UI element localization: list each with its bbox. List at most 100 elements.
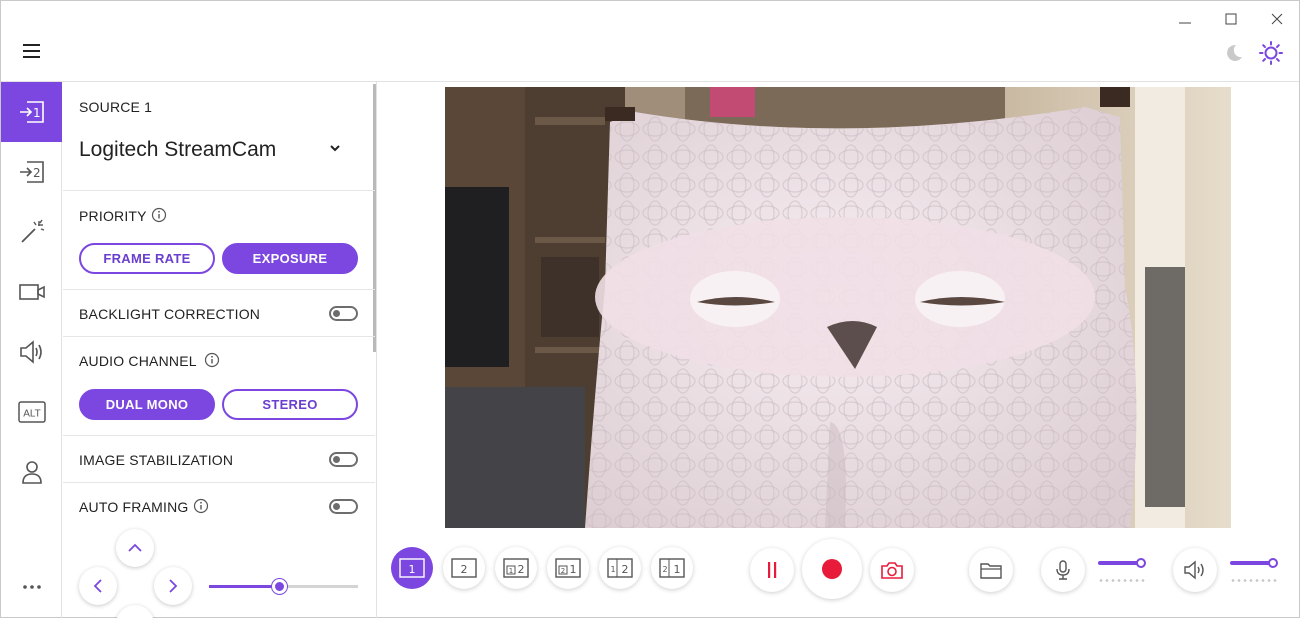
auto-framing-toggle[interactable] [329, 499, 358, 514]
layout-pip-1-2-button[interactable]: 1 2 [495, 547, 537, 589]
svg-text:1: 1 [509, 567, 513, 575]
speaker-button[interactable] [1173, 548, 1217, 592]
svg-text:2: 2 [518, 563, 525, 576]
layout-pip-2-1-button[interactable]: 2 1 [547, 547, 589, 589]
image-stabilization-section: IMAGE STABILIZATION [63, 436, 375, 483]
backlight-label: BACKLIGHT CORRECTION [79, 306, 261, 322]
close-button[interactable] [1269, 11, 1289, 27]
folder-icon [980, 563, 1002, 579]
rail-item-source-2[interactable]: 2 [1, 142, 62, 202]
info-icon[interactable] [151, 207, 167, 223]
exposure-button[interactable]: EXPOSURE [222, 243, 358, 274]
dual-mono-button[interactable]: DUAL MONO [79, 389, 215, 420]
svg-text:1: 1 [674, 563, 681, 576]
backlight-section: BACKLIGHT CORRECTION [63, 290, 375, 337]
source-section: SOURCE 1 Logitech StreamCam [63, 82, 375, 191]
svg-text:2: 2 [561, 567, 565, 575]
svg-text:ALT: ALT [23, 409, 41, 420]
svg-text:1: 1 [33, 106, 41, 120]
layout-source-2-icon: 2 [451, 558, 477, 578]
camera-preview [445, 87, 1231, 528]
speaker-level-meter [1230, 579, 1278, 582]
rail-item-account[interactable] [1, 442, 62, 502]
svg-text:2: 2 [461, 563, 468, 576]
priority-label: PRIORITY [79, 208, 147, 224]
pan-right-button[interactable] [154, 567, 192, 605]
frame-rate-button[interactable]: FRAME RATE [79, 243, 215, 274]
pause-button[interactable] [750, 548, 794, 592]
zoom-slider-knob[interactable] [272, 579, 288, 594]
svg-text:2: 2 [33, 166, 41, 180]
svg-text:1: 1 [409, 563, 416, 576]
minimize-icon [1179, 22, 1191, 24]
chevron-left-icon [93, 579, 102, 593]
camera-preview-image [445, 87, 1231, 528]
source-label: SOURCE 1 [79, 99, 153, 115]
minimize-button[interactable] [1177, 11, 1197, 27]
layout-side-2-1-icon: 2 1 [659, 558, 685, 578]
rail-item-source-1[interactable]: 1 [1, 82, 62, 142]
layout-source-1-icon: 1 [399, 558, 425, 578]
alt-icon: ALT [17, 401, 46, 423]
layout-source-1-button[interactable]: 1 [391, 547, 433, 589]
pause-icon [768, 562, 777, 578]
source-1-icon: 1 [19, 101, 44, 123]
nav-rail: 1 2 ALT [1, 82, 62, 618]
speaker-volume-slider[interactable] [1230, 558, 1278, 568]
maximize-button[interactable] [1223, 11, 1243, 27]
record-icon [822, 559, 842, 579]
sun-icon[interactable] [1259, 41, 1283, 65]
info-icon[interactable] [193, 498, 209, 514]
title-bar [1, 1, 1299, 82]
zoom-slider[interactable] [209, 579, 358, 594]
maximize-icon [1225, 13, 1237, 25]
chevron-up-icon [128, 543, 142, 552]
layout-side-1-2-button[interactable]: 1 2 [599, 547, 641, 589]
more-dots-icon [22, 585, 41, 589]
image-stabilization-label: IMAGE STABILIZATION [79, 452, 234, 468]
open-folder-button[interactable] [969, 548, 1013, 592]
audio-channel-label: AUDIO CHANNEL [79, 353, 197, 369]
source-2-icon: 2 [19, 161, 44, 183]
backlight-toggle[interactable] [329, 306, 358, 321]
snapshot-camera-icon [881, 562, 903, 579]
close-icon [1271, 13, 1283, 25]
microphone-button[interactable] [1041, 548, 1085, 592]
layout-source-2-button[interactable]: 2 [443, 547, 485, 589]
svg-text:1: 1 [570, 563, 577, 576]
mic-level-meter [1098, 579, 1146, 582]
moon-icon[interactable] [1224, 43, 1244, 63]
rail-item-alt[interactable]: ALT [1, 382, 62, 442]
source-dropdown[interactable]: Logitech StreamCam [79, 138, 276, 162]
chevron-down-icon[interactable] [329, 142, 341, 154]
rail-item-audio[interactable] [1, 322, 62, 382]
priority-section: PRIORITY FRAME RATE EXPOSURE [63, 191, 375, 290]
speaker-icon [19, 340, 42, 364]
microphone-icon [1056, 560, 1070, 580]
rail-item-effects[interactable] [1, 202, 62, 262]
rail-item-more[interactable] [1, 557, 62, 617]
pan-left-button[interactable] [79, 567, 117, 605]
svg-text:2: 2 [622, 563, 629, 576]
rail-item-camera[interactable] [1, 262, 62, 322]
zoom-slider-fill [209, 585, 280, 588]
mic-volume-slider[interactable] [1098, 558, 1146, 568]
auto-framing-label: AUTO FRAMING [79, 499, 189, 515]
layout-pip-2-1-icon: 2 1 [555, 558, 581, 578]
hamburger-menu-icon[interactable] [23, 44, 40, 58]
svg-text:1: 1 [610, 565, 615, 574]
mic-volume-knob[interactable] [1135, 558, 1146, 568]
stereo-button[interactable]: STEREO [222, 389, 358, 420]
snapshot-button[interactable] [870, 548, 914, 592]
record-button[interactable] [802, 539, 862, 599]
image-stabilization-toggle[interactable] [329, 452, 358, 467]
speaker-volume-knob[interactable] [1267, 558, 1278, 568]
pan-up-button[interactable] [116, 529, 154, 567]
layout-pip-1-2-icon: 1 2 [503, 558, 529, 578]
camera-icon [18, 284, 45, 300]
layout-side-2-1-button[interactable]: 2 1 [651, 547, 693, 589]
account-icon [21, 461, 42, 484]
layout-side-1-2-icon: 1 2 [607, 558, 633, 578]
chevron-right-icon [169, 579, 178, 593]
info-icon[interactable] [204, 352, 220, 368]
